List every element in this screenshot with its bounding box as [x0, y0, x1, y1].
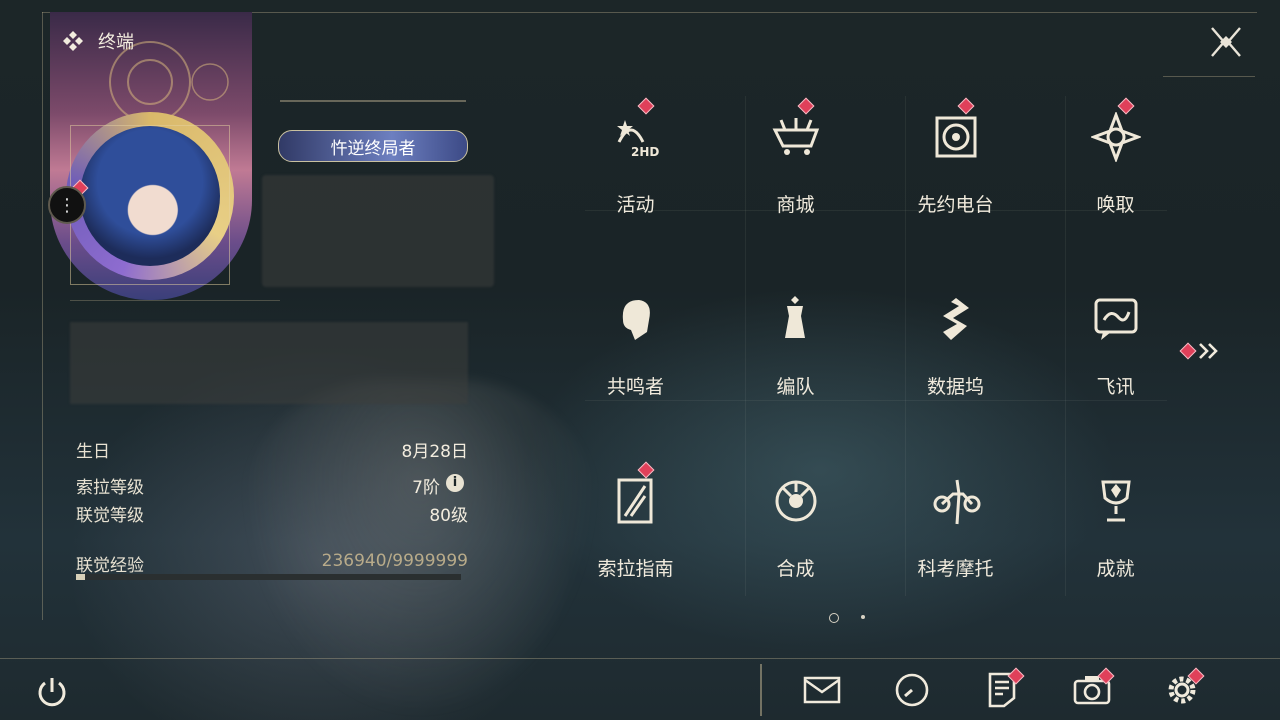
- mail-button[interactable]: [800, 668, 844, 712]
- menu-item-summon[interactable]: 唤取: [1035, 97, 1196, 264]
- frame-close-line: [1163, 76, 1255, 77]
- player-name-blurred: [262, 175, 494, 287]
- menu-item-label: 商城: [776, 194, 815, 216]
- svg-text:2HD: 2HD: [631, 145, 659, 159]
- data-bank-icon: [942, 298, 969, 340]
- menu-item-achievement[interactable]: 成就: [1035, 468, 1196, 628]
- background-character: [240, 380, 600, 720]
- achievement-icon: [1100, 480, 1131, 522]
- notes-button[interactable]: [980, 667, 1025, 712]
- resonator-icon: [622, 300, 650, 340]
- menu-item-synthesis[interactable]: 合成: [715, 468, 876, 628]
- menu-item-data-bank[interactable]: 数据坞: [875, 286, 1036, 446]
- birthday-value: 8月28日: [401, 442, 468, 462]
- team-icon: [784, 296, 805, 338]
- menu-item-motorcycle[interactable]: 科考摩托: [875, 468, 1036, 628]
- summon-icon: [1090, 112, 1141, 162]
- menu-item-guide[interactable]: 索拉指南: [555, 461, 716, 628]
- terminal-icon: [63, 31, 83, 51]
- menu-item-resonator[interactable]: 共鸣者: [555, 286, 716, 446]
- player-title-badge[interactable]: 忤逆终局者: [278, 130, 468, 162]
- settings-button[interactable]: [1160, 667, 1205, 712]
- menu-item-label: 索拉指南: [597, 558, 674, 580]
- menu-item-label: 活动: [616, 194, 655, 216]
- camera-button[interactable]: [1070, 667, 1115, 712]
- profile-divider: [70, 300, 280, 301]
- union-level-value: 80级: [429, 506, 468, 526]
- frame-left-line: [42, 12, 43, 620]
- player-signature-blurred: [70, 322, 468, 404]
- close-icon: [1211, 27, 1241, 57]
- menu-item-label: 先约电台: [917, 194, 994, 216]
- message-icon: [1094, 298, 1137, 340]
- close-button[interactable]: [1208, 24, 1244, 60]
- page-dot-2[interactable]: [861, 615, 865, 619]
- more-vertical-icon: ⋮: [58, 194, 76, 216]
- clock-icon: [895, 673, 929, 707]
- power-button[interactable]: [30, 670, 74, 714]
- motorcycle-icon: [933, 479, 980, 525]
- avatar-frame: [70, 125, 230, 285]
- union-level-label: 联觉等级: [76, 506, 144, 526]
- menu-item-radio[interactable]: 先约电台: [875, 97, 1036, 264]
- power-icon: [38, 678, 66, 707]
- menu-item-label: 共鸣者: [606, 376, 664, 398]
- chevron-double-right-icon: [1199, 343, 1218, 359]
- title-divider: [280, 100, 466, 102]
- menu-item-label: 飞讯: [1096, 376, 1135, 398]
- exp-label: 联觉经验: [76, 556, 144, 576]
- guide-icon: [617, 478, 652, 524]
- menu-item-message[interactable]: 飞讯: [1035, 286, 1196, 446]
- exp-value: 236940/9999999: [321, 551, 468, 571]
- menu-item-shop[interactable]: 商城: [715, 97, 876, 264]
- more-options-button[interactable]: ⋮: [48, 186, 86, 224]
- exp-progress-bar: [76, 574, 461, 580]
- player-title: 忤逆终局者: [330, 138, 416, 159]
- radio-icon: [935, 116, 976, 158]
- info-icon[interactable]: i: [446, 474, 464, 492]
- clock-button[interactable]: [890, 668, 934, 712]
- menu-item-label: 成就: [1096, 558, 1135, 580]
- menu-item-label: 合成: [776, 558, 815, 580]
- page-dot-1[interactable]: [829, 613, 839, 623]
- mail-icon: [803, 676, 841, 704]
- menu-item-team[interactable]: 编队: [715, 286, 876, 446]
- birthday-label: 生日: [76, 442, 110, 462]
- shop-icon: [772, 118, 819, 155]
- synthesis-icon: [775, 480, 816, 522]
- bottom-divider: [760, 664, 762, 716]
- frame-bottom-line: [0, 658, 1280, 659]
- section-title: 终端: [98, 32, 134, 53]
- exp-progress-fill: [76, 574, 86, 580]
- next-page-badge: [1179, 342, 1197, 360]
- menu-item-event[interactable]: 2HD 活动: [555, 97, 716, 264]
- sol-rank-label: 索拉等级: [76, 478, 144, 498]
- menu-item-label: 编队: [776, 376, 815, 398]
- event-icon: 2HD: [616, 120, 659, 159]
- sol-rank-value: 7阶: [412, 478, 440, 498]
- menu-item-label: 数据坞: [926, 376, 984, 398]
- menu-item-label: 唤取: [1096, 194, 1135, 216]
- next-page-button[interactable]: [1179, 340, 1222, 362]
- menu-item-label: 科考摩托: [917, 558, 994, 580]
